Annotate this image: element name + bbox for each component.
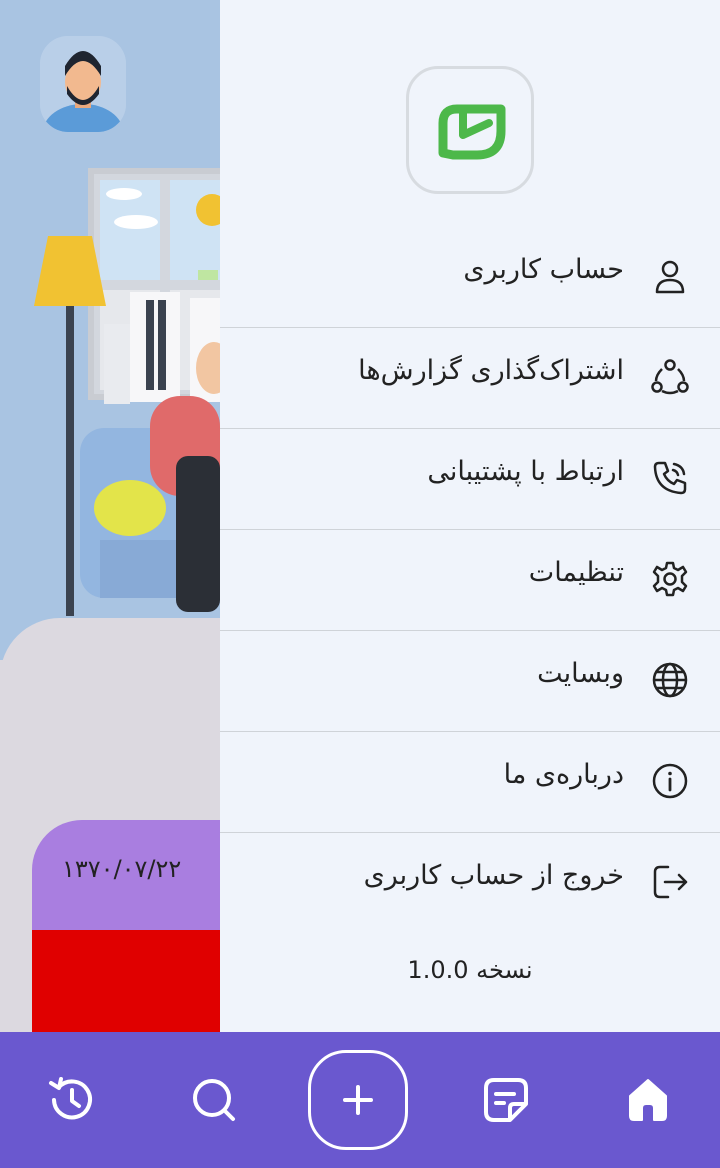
app-version: نسخه 1.0.0: [407, 956, 533, 984]
avatar[interactable]: [40, 36, 126, 132]
menu-item-label: اشتراک‌گذاری گزارش‌ها: [358, 355, 624, 386]
globe-icon: [652, 662, 688, 698]
add-button[interactable]: [308, 1050, 408, 1150]
leaf-logo-icon: [438, 104, 506, 160]
logout-icon: [653, 865, 688, 899]
bottom-navigation: [0, 1032, 720, 1168]
menu-item-label: ارتباط با پشتیبانی: [427, 456, 624, 487]
search-icon[interactable]: [188, 1074, 240, 1126]
app-logo: [406, 66, 534, 194]
user-icon: [655, 260, 685, 294]
home-icon[interactable]: [622, 1074, 674, 1126]
gear-icon: [652, 561, 688, 597]
background-screen: ۱۳۷۰/۰۷/۲۲: [0, 0, 220, 1032]
menu-item-logout[interactable]: خروج از حساب کاربری: [220, 834, 720, 934]
navigation-drawer: حساب کاربری اشتراک‌گذاری گزارش‌ها ارتباط…: [220, 0, 720, 1032]
phone-call-icon: [653, 461, 687, 495]
record-card-date: ۱۳۷۰/۰۷/۲۲: [62, 855, 182, 883]
menu-item-website[interactable]: وبسایت: [220, 632, 720, 732]
menu-item-contact-support[interactable]: ارتباط با پشتیبانی: [220, 430, 720, 530]
info-icon: [652, 763, 688, 799]
menu-item-label: درباره‌ی ما: [503, 759, 624, 790]
menu-item-share-reports[interactable]: اشتراک‌گذاری گزارش‌ها: [220, 329, 720, 429]
document-icon[interactable]: [480, 1074, 532, 1126]
menu-item-label: حساب کاربری: [463, 254, 624, 285]
menu-item-label: خروج از حساب کاربری: [363, 860, 624, 891]
menu-item-label: تنظیمات: [528, 557, 624, 588]
share-icon: [651, 359, 689, 395]
history-icon[interactable]: [46, 1074, 98, 1126]
record-card-status: [32, 930, 220, 1032]
menu-item-label: وبسایت: [537, 658, 624, 689]
menu-item-about-us[interactable]: درباره‌ی ما: [220, 733, 720, 833]
menu-item-account[interactable]: حساب کاربری: [220, 228, 720, 328]
menu-item-settings[interactable]: تنظیمات: [220, 531, 720, 631]
add-icon: [343, 1085, 373, 1115]
